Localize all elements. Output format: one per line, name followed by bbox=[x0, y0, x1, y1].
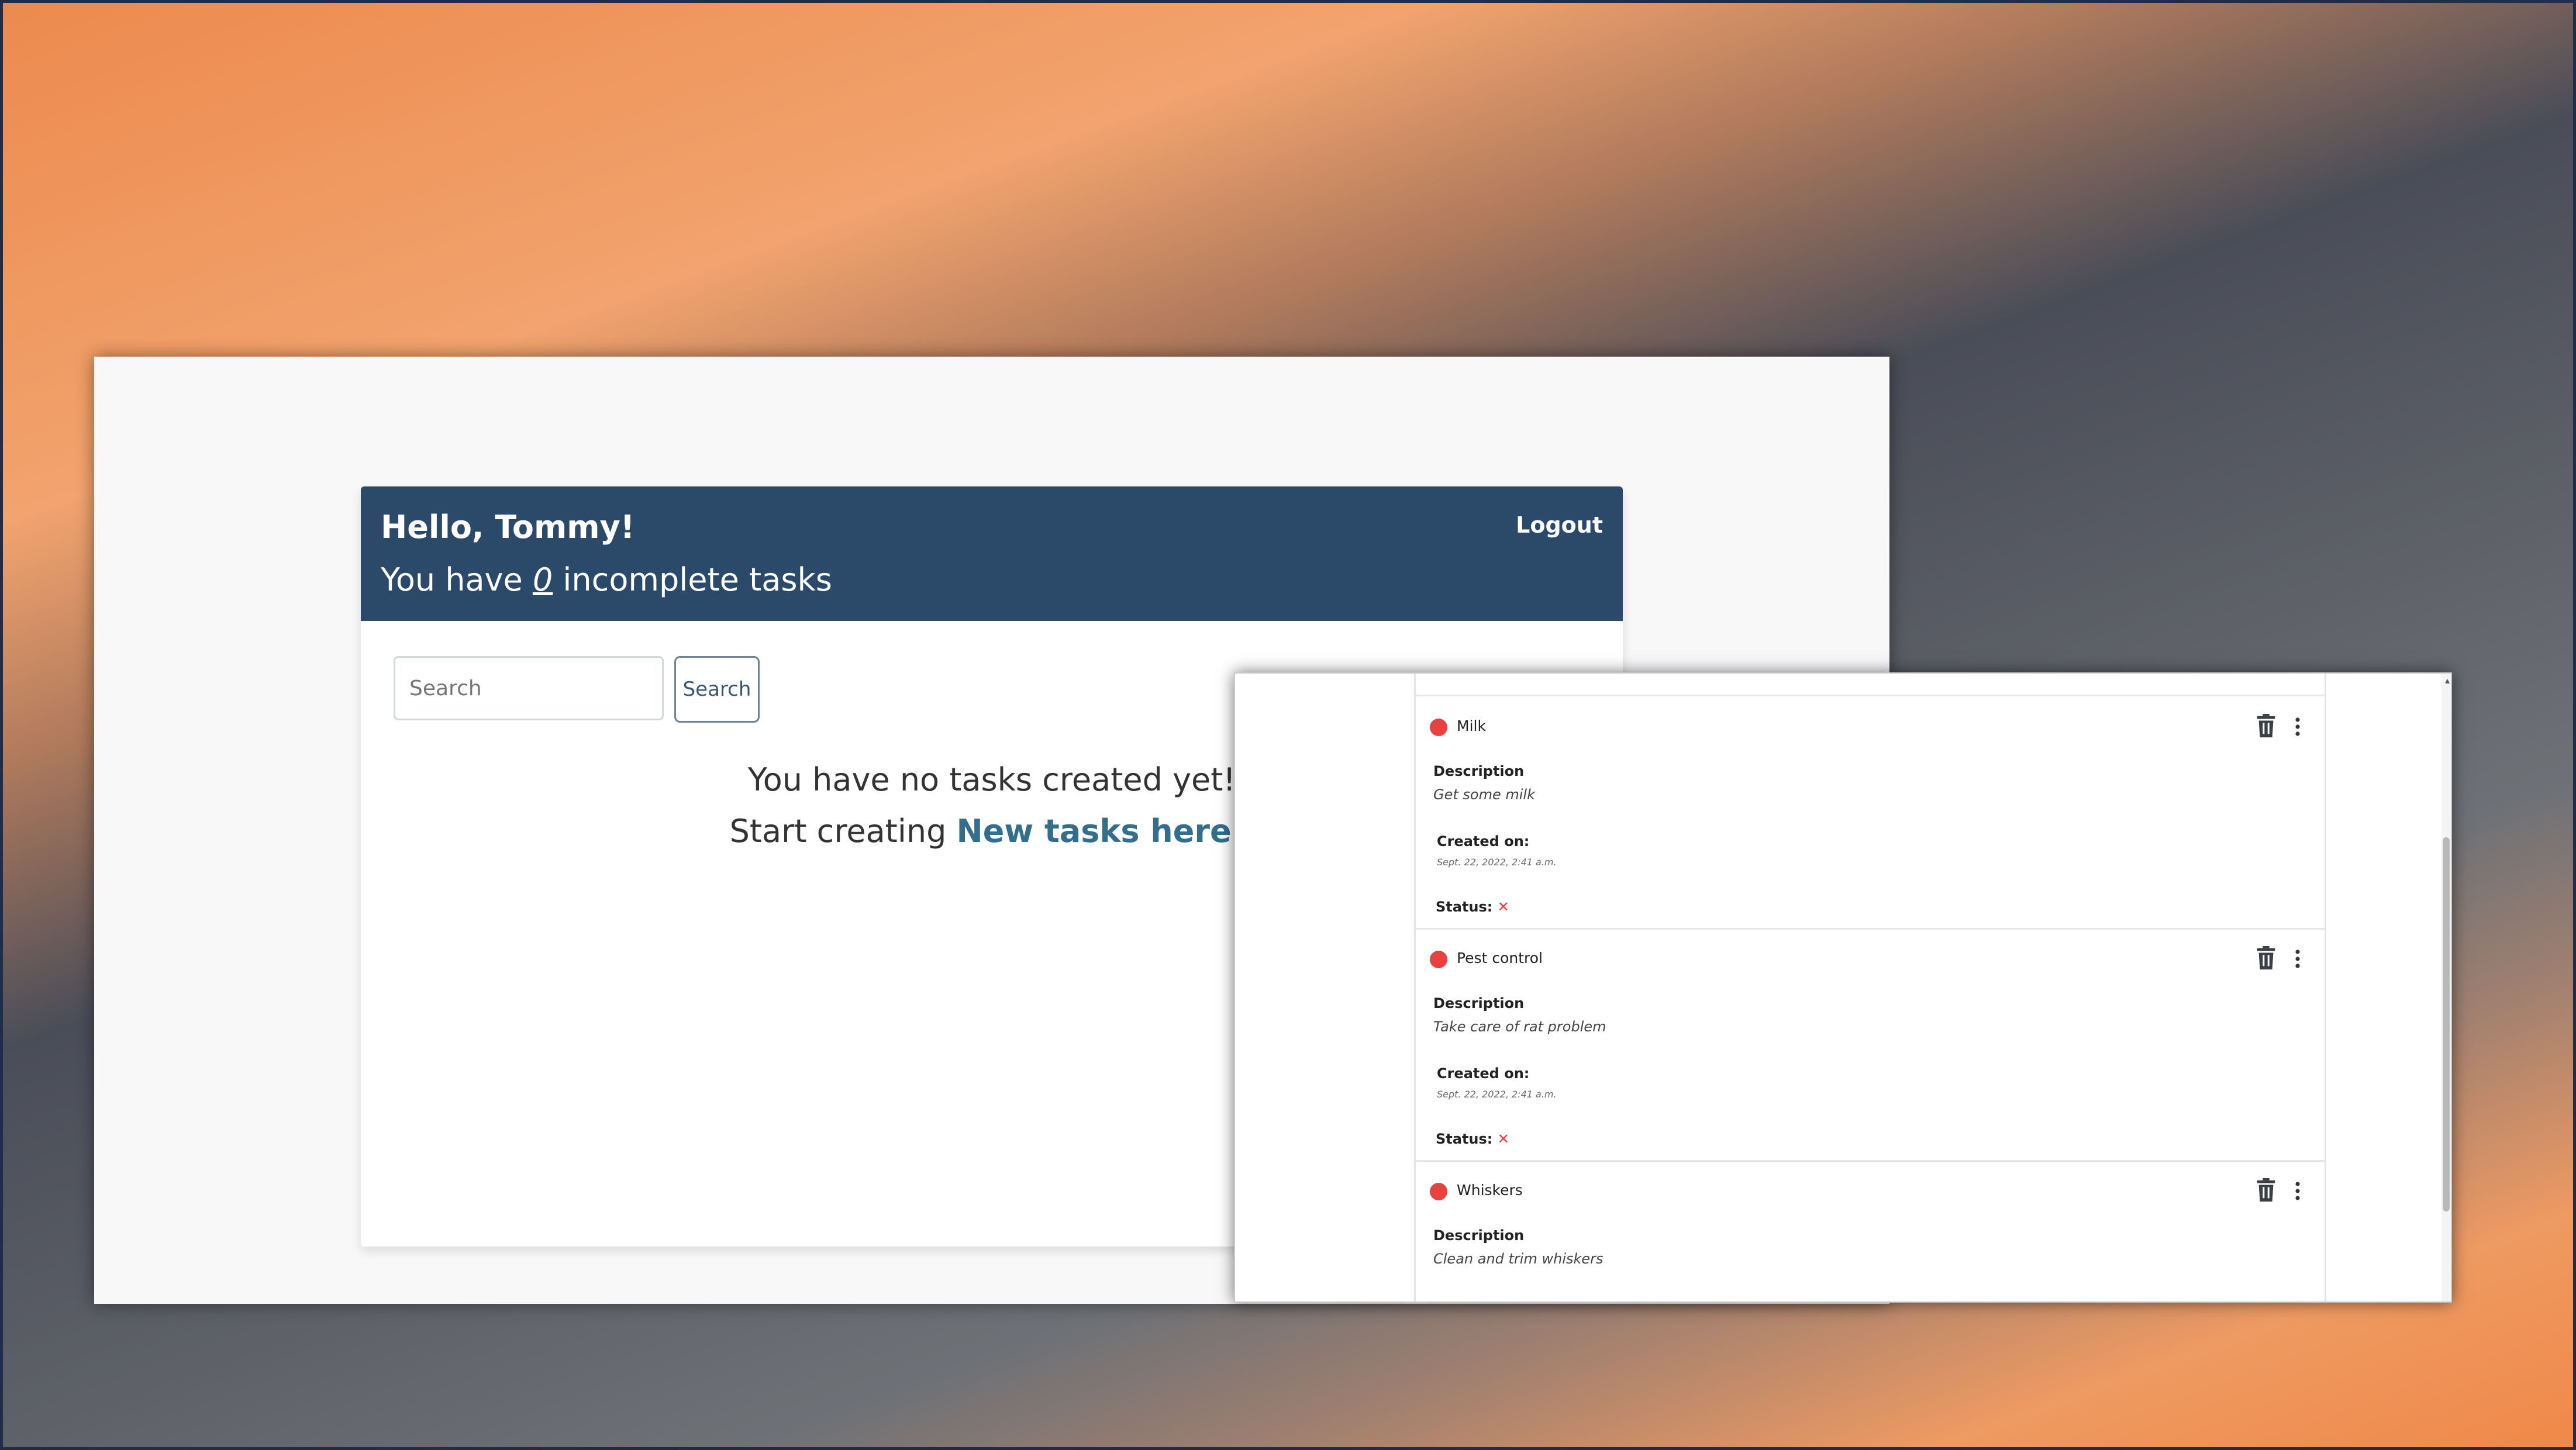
trash-icon[interactable] bbox=[2254, 1178, 2278, 1203]
task-title[interactable]: Milk bbox=[1457, 717, 1486, 734]
description-label: Description bbox=[1433, 763, 1525, 779]
incomplete-prefix: You have bbox=[381, 561, 533, 598]
status-incomplete-icon: ✕ bbox=[1497, 899, 1509, 915]
scrollbar[interactable]: ▴ bbox=[2441, 674, 2451, 1301]
status-label: Status: bbox=[1436, 899, 1493, 915]
trash-icon[interactable] bbox=[2254, 946, 2278, 971]
task-list: Milk Description Get some milk Created o… bbox=[1414, 674, 2326, 1301]
created-label: Created on: bbox=[1437, 1065, 1530, 1082]
status-dot-icon bbox=[1430, 951, 1447, 968]
incomplete-suffix: incomplete tasks bbox=[553, 561, 832, 598]
trash-icon[interactable] bbox=[2254, 714, 2278, 738]
kebab-menu-icon[interactable] bbox=[2292, 1179, 2303, 1203]
scrollbar-thumb[interactable] bbox=[2443, 837, 2450, 1211]
kebab-menu-icon[interactable] bbox=[2292, 715, 2303, 738]
create-prefix: Start creating bbox=[729, 813, 957, 850]
task-title[interactable]: Whiskers bbox=[1457, 1182, 1523, 1199]
task-title[interactable]: Pest control bbox=[1457, 950, 1543, 966]
task-description: Get some milk bbox=[1433, 786, 1535, 803]
status-dot-icon bbox=[1430, 719, 1447, 736]
kebab-menu-icon[interactable] bbox=[2292, 947, 2303, 971]
status-row: Status: ✕ bbox=[1436, 1131, 1509, 1147]
new-tasks-link[interactable]: New tasks here bbox=[957, 813, 1232, 850]
task-item: Milk Description Get some milk Created o… bbox=[1416, 696, 2325, 930]
created-date: Sept. 22, 2022, 2:41 a.m. bbox=[1437, 1089, 1557, 1100]
created-label: Created on: bbox=[1437, 833, 1530, 850]
task-item: Pest control Description Take care of ra… bbox=[1416, 928, 2325, 1162]
scroll-up-arrow-icon[interactable]: ▴ bbox=[2445, 675, 2450, 686]
status-dot-icon bbox=[1430, 1183, 1447, 1200]
task-description: Take care of rat problem bbox=[1433, 1019, 1606, 1035]
greeting: Hello, Tommy! bbox=[381, 509, 635, 546]
status-incomplete-icon: ✕ bbox=[1497, 1131, 1509, 1147]
description-label: Description bbox=[1433, 995, 1525, 1011]
incomplete-count[interactable]: 0 bbox=[533, 561, 553, 598]
search-button[interactable]: Search bbox=[674, 656, 760, 723]
card-header: Hello, Tommy! You have 0 incomplete task… bbox=[361, 486, 1623, 621]
description-label: Description bbox=[1433, 1227, 1525, 1244]
task-list-window: Milk Description Get some milk Created o… bbox=[1234, 672, 2452, 1303]
task-description: Clean and trim whiskers bbox=[1433, 1251, 1603, 1267]
logout-link[interactable]: Logout bbox=[1516, 512, 1603, 538]
task-item: Whiskers Description Clean and trim whis… bbox=[1416, 1161, 2325, 1301]
incomplete-summary: You have 0 incomplete tasks bbox=[381, 561, 832, 598]
status-row: Status: ✕ bbox=[1436, 899, 1509, 915]
created-date: Sept. 22, 2022, 2:41 a.m. bbox=[1437, 857, 1557, 868]
search-input[interactable] bbox=[394, 656, 664, 720]
status-label: Status: bbox=[1436, 1131, 1493, 1147]
